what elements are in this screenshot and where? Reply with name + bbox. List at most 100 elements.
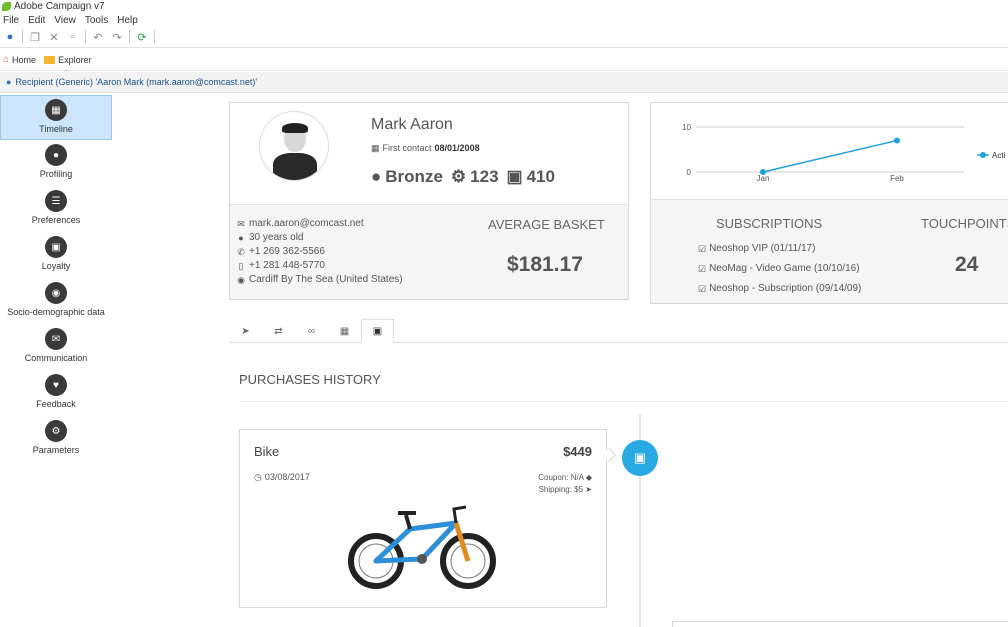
map-marker-icon: ◉ (237, 275, 245, 285)
sidebar-item-timeline[interactable]: ▦ Timeline (0, 95, 112, 140)
purchase-date-value: 03/08/2017 (264, 472, 310, 482)
users-icon: ● (45, 144, 67, 166)
tier-stat: ● Bronze (371, 167, 443, 187)
timeline-cart-marker[interactable]: ▣ (622, 440, 658, 476)
calendar-icon: ▦ (45, 99, 67, 121)
recipient-icon: ● (6, 77, 12, 87)
points-value: 123 (470, 167, 499, 186)
product-name: Bike (254, 444, 280, 459)
legend-label: Acti (992, 151, 1006, 160)
loyalty-stats: ● Bronze ⚙ 123 ▣ 410 (371, 167, 555, 187)
tab-cart[interactable]: ▣ (361, 319, 394, 343)
toolbar-divider (22, 30, 23, 44)
sidebar-item-preferences[interactable]: ☰ Preferences (0, 190, 112, 225)
profile-card: Mark Aaron ▦ First contact 08/01/2008 ● … (229, 102, 629, 300)
activity-chart-area: 0 10 Jan Feb Acti (651, 103, 1008, 200)
coupon-text: Coupon: N/A (538, 473, 584, 482)
tab-link[interactable]: ∞ (295, 319, 328, 343)
send-icon: ➤ (241, 325, 250, 337)
explorer-link[interactable]: Explorer (44, 55, 92, 65)
tab-send[interactable]: ➤ (229, 319, 262, 343)
touchpoints-value: 24 (955, 253, 979, 276)
copy-icon[interactable]: ❐ (28, 30, 42, 44)
section-divider (239, 401, 1008, 402)
avatar (259, 111, 329, 181)
clock-icon: ◷ (254, 472, 262, 482)
purchases-value: 410 (526, 167, 555, 186)
bike-image (348, 505, 496, 589)
email-value: mark.aaron@comcast.net (249, 218, 364, 229)
menu-tools[interactable]: Tools (85, 15, 108, 26)
redo-icon[interactable]: ↷ (110, 30, 124, 44)
refresh-icon[interactable]: ⟳ (135, 30, 149, 44)
tab-gift[interactable]: ▦ (328, 319, 361, 343)
explorer-label: Explorer (58, 54, 92, 65)
cart-icon: ▣ (633, 450, 647, 465)
phone-icon: ✆ (237, 247, 245, 257)
check-square-icon: ☑ (698, 264, 707, 274)
subscription-item: ☑ Neoshop VIP (01/11/17) (698, 239, 861, 259)
purchase-details: Coupon: N/A ◆ Shipping: $5 ➤ (538, 472, 592, 496)
activity-chart: 0 10 Jan Feb Acti (682, 123, 1006, 183)
next-timeline-card (672, 621, 1008, 627)
cut-icon[interactable]: ✕ (47, 30, 61, 44)
menu-view[interactable]: View (54, 15, 76, 26)
series-line (762, 139, 898, 173)
x-tick-label: Jan (757, 174, 770, 183)
coupon-row: Coupon: N/A ◆ (538, 472, 592, 484)
heart-icon: ♥ (45, 374, 67, 396)
sidebar-item-label: Preferences (31, 215, 81, 225)
user-icon: ● (371, 167, 382, 186)
calendar-small-icon: ▦ (371, 143, 380, 153)
sidebar-item-loyalty[interactable]: ▣ Loyalty (0, 236, 112, 271)
legend-marker (980, 152, 986, 158)
menu-edit[interactable]: Edit (28, 15, 45, 26)
check-square-icon: ☑ (698, 244, 707, 254)
subscription-label: Neoshop VIP (01/11/17) (709, 243, 816, 254)
home-link[interactable]: ⌂ Home (3, 54, 36, 65)
subscription-label: NeoMag - Video Game (10/10/16) (709, 263, 860, 274)
breadcrumb-text: Recipient (Generic) 'Aaron Mark (mark.aa… (15, 77, 258, 87)
location-row: ◉ Cardiff By The Sea (United States) (236, 273, 403, 287)
paste-icon[interactable]: ▫ (66, 30, 80, 44)
mobile-row: ▯ +1 281 448-5770 (236, 259, 403, 273)
cart-icon: ▣ (372, 325, 383, 337)
subscription-label: Neoshop - Subscription (09/14/09) (709, 283, 862, 294)
sidebar-item-label: Socio-demographic data (7, 307, 105, 317)
sidebar-item-label: Feedback (36, 399, 76, 409)
home-label: Home (12, 54, 37, 65)
tab-transfer[interactable]: ⇄ (262, 319, 295, 343)
x-tick-label: Feb (890, 174, 904, 183)
sidebar-item-socio-demographic[interactable]: ◉ Socio-demographic data (0, 282, 112, 317)
purchase-card[interactable]: Bike $449 ◷ 03/08/2017 Coupon: N/A ◆ Shi… (239, 429, 607, 608)
sidebar-item-profiling[interactable]: ● Profiling (0, 144, 112, 179)
sidebar-item-label: Profiling (39, 169, 73, 179)
sidebar-item-feedback[interactable]: ♥ Feedback (0, 374, 112, 409)
avg-basket-value: $181.17 (507, 253, 583, 276)
menu-help[interactable]: Help (117, 15, 138, 26)
cart-icon: ▣ (506, 167, 523, 186)
window-title: Adobe Campaign v7 (14, 0, 105, 12)
window-titlebar: Adobe Campaign v7 (0, 0, 1008, 13)
first-contact-label: First contact (382, 143, 432, 153)
profile-name: Mark Aaron (371, 116, 453, 133)
new-recipient-icon[interactable]: ● (3, 30, 17, 44)
sidebar-item-label: Loyalty (41, 261, 71, 271)
subscriptions-label: SUBSCRIPTIONS (716, 216, 823, 231)
sidebar-item-label: Communication (24, 353, 88, 363)
sidebar-item-label: Timeline (39, 124, 73, 134)
undo-icon[interactable]: ↶ (91, 30, 105, 44)
avatar-body (273, 153, 317, 180)
toolbar-divider (85, 30, 86, 44)
sliders-icon: ☰ (45, 190, 67, 212)
gear-icon: ⚙ (45, 420, 67, 442)
shipping-row: Shipping: $5 ➤ (538, 484, 592, 496)
location-value: Cardiff By The Sea (United States) (249, 274, 403, 285)
subscription-item: ☑ NeoMag - Video Game (10/10/16) (698, 259, 861, 279)
menu-file[interactable]: File (3, 15, 19, 26)
phone-value: +1 269 362-5566 (249, 246, 325, 257)
sidebar-item-communication[interactable]: ✉ Communication (0, 328, 112, 363)
avatar-hair (282, 123, 308, 133)
sidebar-item-parameters[interactable]: ⚙ Parameters (0, 420, 112, 455)
folder-icon (44, 55, 56, 64)
